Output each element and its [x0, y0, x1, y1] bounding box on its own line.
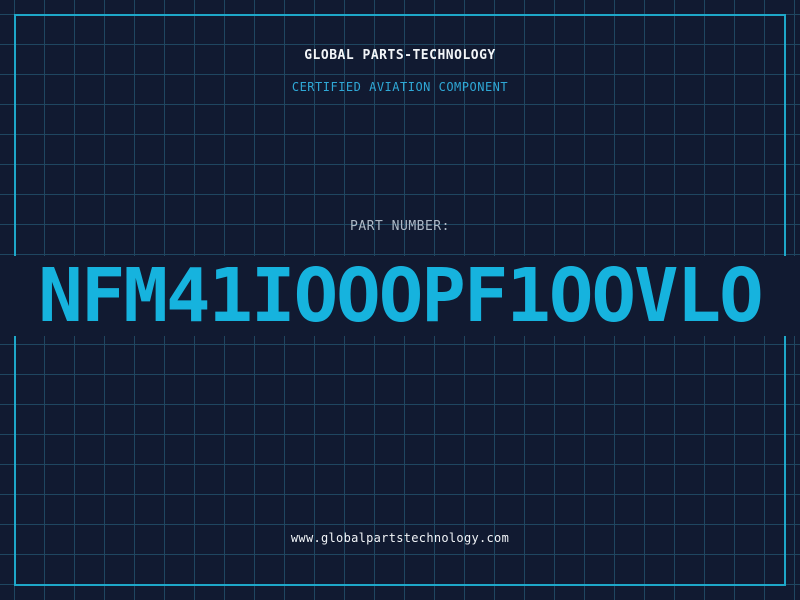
- brand-subtitle: CERTIFIED AVIATION COMPONENT: [291, 80, 509, 94]
- brand-title: GLOBAL PARTS-TECHNOLOGY: [304, 48, 496, 63]
- website-url: www.globalpartstechnology.com: [290, 531, 510, 545]
- part-number: NFM41IOOOPF1OOVLO: [0, 256, 800, 336]
- part-number-label: PART NUMBER:: [350, 219, 450, 234]
